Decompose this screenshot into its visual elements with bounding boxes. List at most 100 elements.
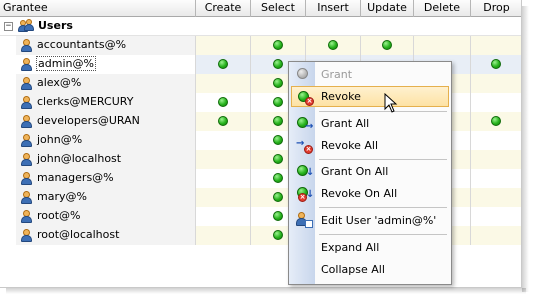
window-shadow-bottom — [6, 288, 526, 294]
menu-item-grant-on-all-label: Grant On All — [321, 165, 389, 178]
grantee-name: accountants@% — [37, 38, 127, 51]
menu-separator — [319, 207, 447, 208]
granted-dot-icon — [273, 173, 283, 183]
menu-item-grant-on-all[interactable]: ↓ Grant On All — [291, 161, 449, 182]
perm-drop-cell[interactable] — [471, 112, 521, 131]
granted-dot-icon — [273, 40, 283, 50]
user-icon — [20, 153, 32, 166]
granted-dot-icon — [328, 40, 338, 50]
window-shadow-right — [522, 6, 529, 292]
perm-drop-cell[interactable] — [471, 207, 521, 226]
grantee-name: managers@% — [37, 171, 114, 184]
table-row[interactable]: accountants@% — [0, 36, 521, 55]
menu-separator — [319, 159, 447, 160]
perm-insert-cell[interactable] — [306, 36, 361, 55]
perm-delete-cell[interactable] — [414, 36, 471, 55]
perm-create-cell[interactable] — [196, 226, 251, 245]
granted-dot-icon — [273, 154, 283, 164]
grantee-name: clerks@MERCURY — [37, 95, 134, 108]
menu-item-revoke[interactable]: × Revoke — [291, 86, 449, 107]
perm-create-cell[interactable] — [196, 74, 251, 93]
perm-drop-cell[interactable] — [471, 150, 521, 169]
grantee-name: mary@% — [37, 190, 87, 203]
menu-item-edit-user[interactable]: Edit User 'admin@%' — [291, 210, 449, 231]
revoke-all-icon: → × — [296, 138, 313, 154]
user-icon — [20, 172, 32, 185]
header-create[interactable]: Create — [196, 0, 251, 17]
user-icon — [20, 96, 32, 109]
perm-drop-cell[interactable] — [471, 74, 521, 93]
menu-item-edit-user-label: Edit User 'admin@%' — [321, 214, 437, 227]
edit-user-icon — [296, 212, 313, 229]
grantee-name: root@% — [37, 209, 81, 222]
granted-dot-icon — [273, 97, 283, 107]
perm-drop-cell[interactable] — [471, 36, 521, 55]
user-icon — [20, 191, 32, 204]
perm-create-cell[interactable] — [196, 150, 251, 169]
header-update[interactable]: Update — [361, 0, 414, 17]
perm-drop-cell[interactable] — [471, 55, 521, 74]
grantee-name: john@% — [37, 133, 83, 146]
granted-dot-icon — [273, 211, 283, 221]
menu-item-revoke-on-all[interactable]: × ↓ Revoke On All — [291, 183, 449, 204]
perm-create-cell[interactable] — [196, 131, 251, 150]
perm-drop-cell[interactable] — [471, 93, 521, 112]
perm-create-cell[interactable] — [196, 36, 251, 55]
granted-dot-icon — [273, 192, 283, 202]
user-icon — [20, 77, 32, 90]
revoke-on-all-icon: × ↓ — [296, 185, 314, 202]
header-grantee[interactable]: Grantee — [0, 0, 196, 17]
granted-dot-icon — [491, 116, 501, 126]
menu-item-expand-all[interactable]: Expand All — [291, 237, 449, 258]
user-icon — [20, 39, 32, 52]
perm-create-cell[interactable] — [196, 207, 251, 226]
menu-item-revoke-all-label: Revoke All — [321, 139, 379, 152]
perm-create-cell[interactable] — [196, 55, 251, 74]
perm-select-cell[interactable] — [251, 36, 306, 55]
granted-dot-icon — [218, 116, 228, 126]
user-icon — [20, 210, 32, 223]
perm-create-cell[interactable] — [196, 169, 251, 188]
menu-item-grant-all[interactable]: → Grant All — [291, 113, 449, 134]
grantee-name: admin@% — [36, 56, 96, 71]
grid-header: Grantee Create Select Insert Update Dele… — [0, 0, 521, 17]
collapse-toggle-icon[interactable]: − — [4, 22, 13, 31]
granted-dot-icon — [491, 59, 501, 69]
header-delete[interactable]: Delete — [414, 0, 471, 17]
menu-item-grant-label: Grant — [321, 68, 353, 81]
perm-drop-cell[interactable] — [471, 131, 521, 150]
perm-create-cell[interactable] — [196, 188, 251, 207]
perm-update-cell[interactable] — [361, 36, 414, 55]
grant-all-icon: → — [296, 115, 313, 132]
user-icon — [20, 229, 32, 242]
header-drop[interactable]: Drop — [471, 0, 521, 17]
menu-item-grant[interactable]: Grant — [291, 64, 449, 85]
menu-item-collapse-all-label: Collapse All — [321, 263, 385, 276]
granted-dot-icon — [273, 230, 283, 240]
grantee-name: alex@% — [37, 76, 82, 89]
menu-item-expand-all-label: Expand All — [321, 241, 380, 254]
header-select[interactable]: Select — [251, 0, 306, 17]
grantee-name: john@localhost — [37, 152, 122, 165]
grant-on-all-icon: ↓ — [296, 163, 314, 180]
perm-drop-cell[interactable] — [471, 188, 521, 207]
granted-dot-icon — [218, 59, 228, 69]
group-row-users[interactable]: − Users — [0, 17, 521, 36]
menu-item-collapse-all[interactable]: Collapse All — [291, 259, 449, 280]
header-insert[interactable]: Insert — [306, 0, 361, 17]
menu-item-grant-all-label: Grant All — [321, 117, 370, 130]
perm-drop-cell[interactable] — [471, 226, 521, 245]
user-icon — [20, 58, 32, 71]
perm-create-cell[interactable] — [196, 93, 251, 112]
perm-create-cell[interactable] — [196, 112, 251, 131]
user-icon — [20, 115, 32, 128]
perm-drop-cell[interactable] — [471, 169, 521, 188]
context-menu: Grant × Revoke → Grant All → × Revoke All… — [288, 61, 452, 285]
grant-icon — [296, 66, 313, 83]
grantee-name: root@localhost — [37, 228, 120, 241]
menu-item-revoke-on-all-label: Revoke On All — [321, 187, 398, 200]
menu-item-revoke-label: Revoke — [321, 90, 361, 103]
grantee-name: developers@URAN — [37, 114, 140, 127]
menu-item-revoke-all[interactable]: → × Revoke All — [291, 135, 449, 156]
granted-dot-icon — [273, 116, 283, 126]
